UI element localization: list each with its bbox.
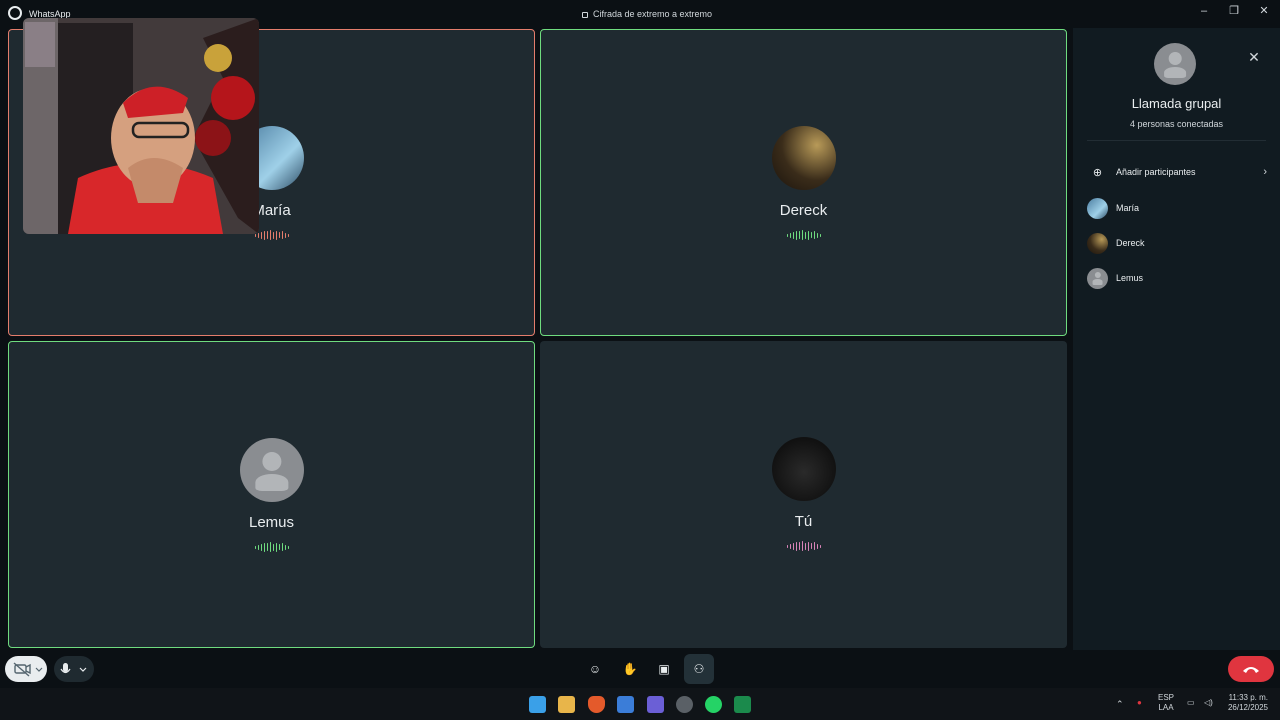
default-avatar-icon bbox=[239, 438, 304, 502]
audio-wave-icon bbox=[786, 230, 821, 240]
restore-button[interactable]: ❐ bbox=[1225, 4, 1243, 18]
add-person-icon: ⊕ bbox=[1092, 166, 1103, 179]
close-panel-button[interactable]: ✕ bbox=[1245, 48, 1263, 66]
participant-tile-self[interactable]: Tú bbox=[540, 341, 1067, 648]
microphone-toggle-button[interactable] bbox=[54, 656, 94, 682]
minimize-button[interactable]: – bbox=[1195, 4, 1213, 18]
audio-wave-icon bbox=[786, 541, 821, 551]
avatar bbox=[771, 437, 836, 501]
store-icon[interactable] bbox=[617, 696, 634, 713]
group-avatar-icon bbox=[1154, 43, 1196, 85]
add-participants-label: Añadir participantes bbox=[1116, 167, 1196, 177]
participant-name: Dereck bbox=[779, 202, 828, 219]
call-info-panel: ✕ Llamada grupal 4 personas conectadas ⊕… bbox=[1073, 28, 1280, 650]
language-label: ESP bbox=[1158, 693, 1175, 702]
avatar bbox=[771, 126, 836, 190]
camera-off-icon bbox=[13, 662, 43, 677]
panel-title: Llamada grupal bbox=[1131, 96, 1222, 111]
app-icon[interactable] bbox=[676, 696, 693, 713]
participant-tile-lemus[interactable]: Lemus bbox=[8, 341, 535, 648]
panel-subtitle: 4 personas conectadas bbox=[1129, 119, 1224, 129]
member-item-lemus[interactable]: Lemus bbox=[1087, 266, 1267, 290]
os-taskbar: ⌃ ● ESP LAA ▭ ◁) 11:33 p. m. 26/12/2025 bbox=[0, 688, 1280, 720]
video-frame bbox=[23, 18, 259, 234]
emoji-button[interactable]: ☺ bbox=[582, 656, 608, 682]
avatar bbox=[1087, 232, 1108, 254]
end-call-button[interactable] bbox=[1228, 656, 1274, 682]
game-app-icon[interactable] bbox=[647, 696, 664, 713]
member-item-maria[interactable]: María bbox=[1087, 196, 1267, 220]
member-name: Lemus bbox=[1116, 273, 1144, 283]
file-explorer-icon[interactable] bbox=[558, 696, 575, 713]
language-indicator[interactable]: ESP LAA bbox=[1158, 693, 1174, 713]
share-screen-icon: ▣ bbox=[658, 662, 670, 676]
lock-icon bbox=[582, 12, 588, 18]
end-call-icon bbox=[1243, 667, 1259, 673]
member-item-dereck[interactable]: Dereck bbox=[1087, 231, 1267, 255]
audio-wave-icon bbox=[254, 542, 289, 552]
default-avatar-icon bbox=[1087, 267, 1108, 289]
avatar bbox=[1087, 197, 1108, 219]
audio-wave-icon bbox=[254, 230, 289, 240]
network-icon[interactable]: ▭ bbox=[1187, 698, 1195, 708]
participant-name: Tú bbox=[794, 513, 813, 530]
participants-button[interactable]: ⚇ bbox=[684, 654, 714, 684]
spreadsheet-icon[interactable] bbox=[734, 696, 751, 713]
encryption-notice: Cifrada de extremo a extremo bbox=[582, 9, 712, 19]
close-window-button[interactable]: ✕ bbox=[1255, 4, 1273, 18]
call-controls: ☺ ✋ ▣ ⚇ bbox=[0, 650, 1280, 688]
encryption-text: Cifrada de extremo a extremo bbox=[593, 9, 713, 19]
participant-tile-dereck[interactable]: Dereck bbox=[540, 29, 1067, 336]
microphone-icon bbox=[60, 663, 87, 674]
raise-hand-icon: ✋ bbox=[622, 662, 638, 676]
volume-icon[interactable]: ◁) bbox=[1204, 698, 1213, 708]
member-name: Dereck bbox=[1116, 238, 1145, 248]
start-menu-icon[interactable] bbox=[529, 696, 546, 713]
self-video-preview[interactable] bbox=[23, 18, 259, 234]
raise-hand-button[interactable]: ✋ bbox=[617, 656, 643, 682]
camera-toggle-button[interactable] bbox=[5, 656, 47, 682]
chevron-up-icon[interactable]: ⌃ bbox=[1116, 699, 1124, 709]
time-label: 11:33 p. m. bbox=[1228, 693, 1268, 702]
microphone-tray-icon[interactable]: ● bbox=[1137, 698, 1142, 708]
chevron-right-icon: › bbox=[1263, 166, 1267, 178]
participant-name: Lemus bbox=[248, 514, 295, 531]
add-participants-button[interactable]: ⊕ Añadir participantes › bbox=[1087, 160, 1267, 184]
whatsapp-logo-icon bbox=[8, 6, 22, 20]
date-label: 26/12/2025 bbox=[1227, 703, 1268, 712]
emoji-icon: ☺ bbox=[588, 662, 602, 676]
member-name: María bbox=[1116, 203, 1140, 213]
share-screen-button[interactable]: ▣ bbox=[651, 656, 677, 682]
divider bbox=[1087, 140, 1266, 141]
whatsapp-window: WhatsApp Cifrada de extremo a extremo – … bbox=[0, 0, 1280, 688]
clock[interactable]: 11:33 p. m. 26/12/2025 bbox=[1224, 693, 1268, 713]
keyboard-layout-label: LAA bbox=[1158, 703, 1174, 712]
participants-icon: ⚇ bbox=[693, 662, 705, 676]
brave-browser-icon[interactable] bbox=[588, 696, 605, 713]
whatsapp-taskbar-icon[interactable] bbox=[705, 696, 722, 713]
